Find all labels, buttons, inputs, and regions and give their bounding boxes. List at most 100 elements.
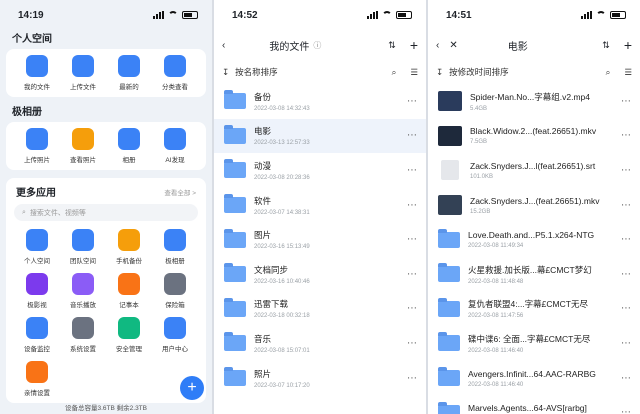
sort-toggle-icon[interactable]: ⇅ (602, 40, 610, 51)
list-item[interactable]: Love.Death.and...P5.1.x264-NTG 2022-03-08… (428, 222, 640, 257)
app-item-12[interactable]: 亲情设置 (14, 361, 60, 397)
list-item[interactable]: 动漫 2022-03-08 20:28:36 ⋯ (214, 153, 426, 188)
folder-icon (224, 90, 246, 110)
list-item[interactable]: Spider-Man.No...字幕组.v2.mp4 5.4GB ⋯ (428, 84, 640, 119)
personal-item-2[interactable]: 最新的 (106, 55, 152, 91)
app-item-7[interactable]: 保险箱 (152, 273, 198, 309)
sort-toggle-icon[interactable]: ⇅ (388, 40, 396, 51)
list-item[interactable]: 碟中谍6: 全面...字幕£CMCT无尽 2022-03-08 11:46:40 ⋯ (428, 326, 640, 361)
search-icon[interactable]: ⌕ (606, 67, 611, 78)
list-view-icon[interactable]: ☰ (624, 67, 632, 78)
app-item-10[interactable]: 安全管理 (106, 317, 152, 353)
file-name: 照片 (254, 368, 272, 379)
sort-bar[interactable]: ↧ 按修改时间排序 ⌕ ☰ (428, 60, 640, 84)
person-icon (26, 55, 48, 77)
list-item[interactable]: Zack.Snyders.J...l(feat.26651).srt 101.0K… (428, 153, 640, 188)
app-item-11[interactable]: 用户中心 (152, 317, 198, 353)
more-icon[interactable]: ⋯ (407, 338, 418, 349)
more-icon[interactable]: ⋯ (621, 96, 632, 107)
album-item-0[interactable]: 上传照片 (14, 128, 60, 164)
app-item-6[interactable]: 记事本 (106, 273, 152, 309)
more-icon[interactable]: ⋯ (407, 303, 418, 314)
more-icon[interactable]: ⋯ (621, 269, 632, 280)
status-bar: 14:19 (0, 0, 212, 30)
folder-icon (438, 332, 460, 352)
search-input[interactable]: ⌕ 搜索文件、视频等 (14, 204, 198, 221)
list-item[interactable]: 照片 2022-03-07 10:17:20 ⋯ (214, 361, 426, 396)
new-icon (118, 55, 140, 77)
add-icon[interactable]: + (624, 37, 632, 53)
search-icon[interactable]: ⌕ (392, 67, 397, 78)
list-item[interactable]: 复仇者联盟4:...字幕£CMCT无尽 2022-03-08 11:47:56 ⋯ (428, 292, 640, 327)
app-item-8[interactable]: 设备监控 (14, 317, 60, 353)
file-name: 火星救援.加长版...幕£CMCT梦幻 (468, 264, 592, 275)
app-item-1[interactable]: 团队空间 (60, 229, 106, 265)
folder-icon (224, 228, 246, 248)
list-item[interactable]: Black.Widow.2...(feat.26651).mkv 7.5GB ⋯ (428, 119, 640, 154)
back-icon[interactable]: ‹ (436, 40, 439, 51)
list-item[interactable]: 备份 2022-03-08 14:32:43 ⋯ (214, 84, 426, 119)
more-icon[interactable]: ⋯ (621, 338, 632, 349)
sort-bar[interactable]: ↧ 按名称排序 ⌕ ☰ (214, 60, 426, 84)
status-bar: 14:51 (428, 0, 640, 30)
video-thumbnail (438, 125, 462, 146)
album-icon (118, 128, 140, 150)
list-view-icon[interactable]: ☰ (410, 67, 418, 78)
list-item[interactable]: Zack.Snyders.J...(feat.26651).mkv 15.2GB ⋯ (428, 188, 640, 223)
more-icon[interactable]: ⋯ (621, 373, 632, 384)
app-item-5[interactable]: 音乐播放 (60, 273, 106, 309)
sort-icon: ↧ (222, 66, 230, 77)
list-item[interactable]: 软件 2022-03-07 14:38:31 ⋯ (214, 188, 426, 223)
album-item-2[interactable]: 相册 (106, 128, 152, 164)
app-item-0[interactable]: 个人空间 (14, 229, 60, 265)
list-item[interactable]: 火星救援.加长版...幕£CMCT梦幻 2022-03-08 11:48:48 ⋯ (428, 257, 640, 292)
more-icon[interactable]: ⋯ (407, 373, 418, 384)
list-item[interactable]: 迅雷下载 2022-03-18 00:32:18 ⋯ (214, 292, 426, 327)
more-icon[interactable]: ⋯ (407, 165, 418, 176)
personal-item-3[interactable]: 分类查看 (152, 55, 198, 91)
list-item[interactable]: 图片 2022-03-16 15:13:49 ⋯ (214, 222, 426, 257)
list-item[interactable]: Marvels.Agents...64-AVS[rarbg]2022-03-08… (428, 395, 640, 414)
page-title: 我的文件 (269, 41, 310, 53)
app-item-label: 极相册 (165, 258, 185, 265)
personal-item-1[interactable]: 上传文件 (60, 55, 106, 91)
folder-icon (438, 228, 460, 248)
list-item[interactable]: 电影 2022-03-13 12:57:33 ⋯ (214, 118, 426, 154)
album-item-3[interactable]: AI发现 (152, 128, 198, 164)
app-item-4[interactable]: 极影视 (14, 273, 60, 309)
sort-icon: ↧ (436, 66, 444, 77)
file-info: Zack.Snyders.J...(feat.26651).mkv 15.2GB (470, 196, 613, 215)
more-icon[interactable]: ⋯ (621, 234, 632, 245)
list-item[interactable]: 文档同步 2022-03-16 10:40:46 ⋯ (214, 257, 426, 292)
ai-icon (164, 128, 186, 150)
apps-view-all-link[interactable]: 查看全部 > (164, 187, 196, 197)
document-icon (441, 160, 459, 181)
file-meta: 2022-03-08 15:07:01 (254, 347, 310, 354)
more-icon[interactable]: ⋯ (621, 200, 632, 211)
app-item-9[interactable]: 系统设置 (60, 317, 106, 353)
add-button[interactable]: + (180, 376, 204, 400)
app-item-label: 设备监控 (24, 346, 50, 353)
more-icon[interactable]: ⋯ (407, 234, 418, 245)
more-icon[interactable]: ⋯ (407, 269, 418, 280)
more-icon[interactable]: ⋯ (407, 130, 418, 141)
app-item-3[interactable]: 极相册 (152, 229, 198, 265)
personal-item-label: 最新的 (119, 84, 139, 91)
add-icon[interactable]: + (410, 37, 418, 53)
more-icon[interactable]: ⋯ (621, 130, 632, 141)
file-info: 备份 2022-03-08 14:32:43 (254, 91, 399, 112)
more-icon[interactable]: ⋯ (621, 165, 632, 176)
app-item-2[interactable]: 手机备份 (106, 229, 152, 265)
more-icon[interactable]: ⋯ (621, 303, 632, 314)
back-icon[interactable]: ‹ (222, 40, 225, 51)
file-info: 软件 2022-03-07 14:38:31 (254, 195, 399, 216)
personal-item-0[interactable]: 我的文件 (14, 55, 60, 91)
list-item[interactable]: Avengers.Infinit...64.AAC-RARBG 2022-03-0… (428, 361, 640, 396)
more-icon[interactable]: ⋯ (407, 96, 418, 107)
more-icon[interactable]: ⋯ (407, 200, 418, 211)
album-item-1[interactable]: 查看照片 (60, 128, 106, 164)
more-icon[interactable]: ⋯ (621, 407, 632, 414)
close-icon[interactable]: ✕ (449, 40, 457, 51)
list-item[interactable]: 音乐 2022-03-08 15:07:01 ⋯ (214, 326, 426, 361)
help-icon[interactable]: ⓘ (313, 40, 321, 51)
